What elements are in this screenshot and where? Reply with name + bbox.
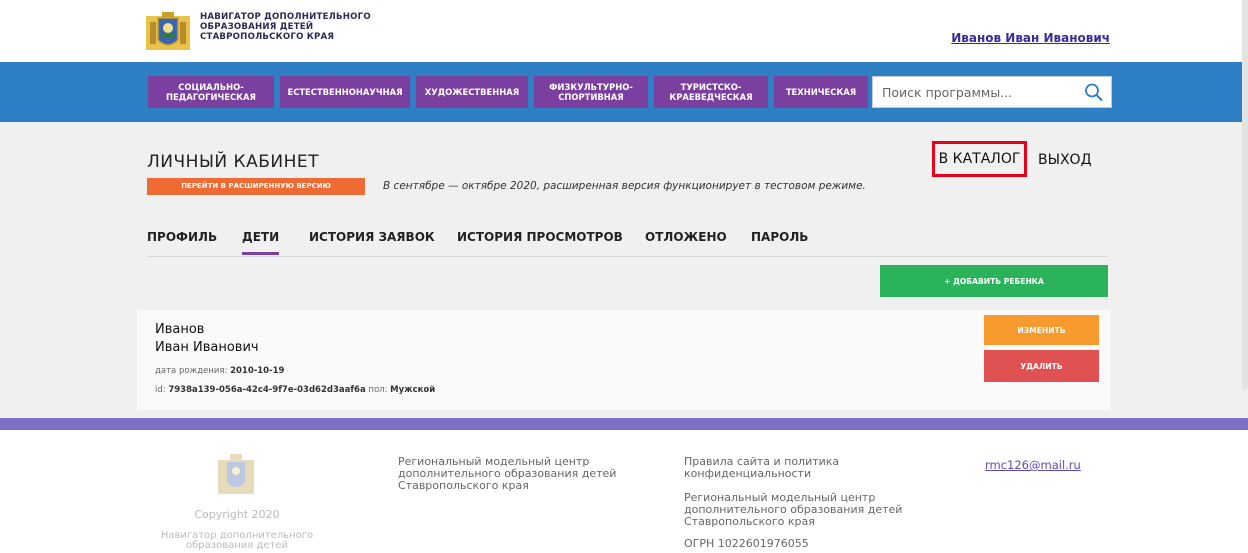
page-scrollbar[interactable] (1242, 0, 1248, 390)
child-surname: Иванов (155, 322, 205, 337)
nav-item-technical[interactable]: ТЕХНИЧЕСКАЯ (774, 76, 868, 108)
coat-of-arms-icon (218, 454, 254, 494)
tab-postponed[interactable]: ОТЛОЖЕНО (645, 230, 727, 244)
logo-text: НАВИГАТОР ДОПОЛНИТЕЛЬНОГО ОБРАЗОВАНИЯ ДЕ… (200, 12, 371, 42)
tabs-divider (147, 256, 1108, 257)
tab-view-history[interactable]: ИСТОРИЯ ПРОСМОТРОВ (457, 230, 623, 244)
birthdate-label: дата рождения: (155, 366, 231, 376)
add-child-button[interactable]: + ДОБАВИТЬ РЕБЕНКА (880, 265, 1108, 297)
tab-profile[interactable]: ПРОФИЛЬ (147, 230, 217, 244)
coat-of-arms-icon (146, 12, 190, 50)
footer-center-name: Региональный модельный центр дополнитель… (398, 455, 617, 492)
footer-divider-bar (0, 418, 1248, 430)
user-profile-link[interactable]: Иванов Иван Иванович (951, 31, 1110, 45)
footer-center-name-2: Региональный модельный центр дополнитель… (684, 491, 903, 528)
child-meta: id: 7938a139-056a-42c4-9f7e-03d62d3aaf6a… (155, 385, 435, 395)
page-title: ЛИЧНЫЙ КАБИНЕТ (147, 152, 320, 172)
site-footer: Copyright 2020 Навигатор дополнительного… (0, 430, 1248, 553)
gender-value: Мужской (390, 385, 436, 395)
id-label: id: (155, 385, 169, 395)
tab-password[interactable]: ПАРОЛЬ (751, 230, 808, 244)
footer-email-link[interactable]: rmc126@mail.ru (985, 458, 1081, 472)
nav-item-art[interactable]: ХУДОЖЕСТВЕННАЯ (416, 76, 528, 108)
nav-item-social-pedagogical[interactable]: СОЦИАЛЬНО- ПЕДАГОГИЧЕСКАЯ (148, 76, 274, 108)
copyright-text: Copyright 2020 (194, 508, 280, 521)
gender-label: пол: (365, 385, 391, 395)
site-header: НАВИГАТОР ДОПОЛНИТЕЛЬНОГО ОБРАЗОВАНИЯ ДЕ… (0, 0, 1248, 62)
footer-ogrn: ОГРН 1022601976055 (684, 537, 809, 550)
nav-item-natural-science[interactable]: ЕСТЕСТВЕННОНАУЧНАЯ (280, 76, 410, 108)
site-logo[interactable]: НАВИГАТОР ДОПОЛНИТЕЛЬНОГО ОБРАЗОВАНИЯ ДЕ… (146, 12, 371, 52)
logo-line-3: СТАВРОПОЛЬСКОГО КРАЯ (200, 32, 335, 42)
cabinet-content: ЛИЧНЫЙ КАБИНЕТ ПЕРЕЙТИ В РАСШИРЕННУЮ ВЕР… (0, 122, 1248, 418)
category-navbar: СОЦИАЛЬНО- ПЕДАГОГИЧЕСКАЯ ЕСТЕСТВЕННОНАУ… (0, 62, 1248, 122)
logo-line-1: НАВИГАТОР ДОПОЛНИТЕЛЬНОГО (200, 12, 371, 22)
logout-link[interactable]: ВЫХОД (1038, 152, 1092, 168)
catalog-link[interactable]: В КАТАЛОГ (932, 141, 1027, 177)
search-box (872, 76, 1112, 108)
nav-item-tourism[interactable]: ТУРИСТСКО- КРАЕВЕДЧЕСКАЯ (654, 76, 768, 108)
id-value: 7938a139-056a-42c4-9f7e-03d62d3aaf6a (168, 385, 366, 395)
child-birthdate: дата рождения: 2010-10-19 (155, 366, 284, 376)
search-input[interactable] (873, 77, 1073, 107)
test-mode-notice: В сентябре — октябре 2020, расширенная в… (383, 180, 866, 192)
extended-version-button[interactable]: ПЕРЕЙТИ В РАСШИРЕННУЮ ВЕРСИЮ (147, 178, 365, 195)
nav-item-sport[interactable]: ФИЗКУЛЬТУРНО- СПОРТИВНАЯ (534, 76, 648, 108)
tab-request-history[interactable]: ИСТОРИЯ ЗАЯВОК (309, 230, 435, 244)
birthdate-value: 2010-10-19 (230, 366, 285, 376)
tab-children[interactable]: ДЕТИ (242, 230, 280, 255)
child-name: Иван Иванович (155, 340, 259, 355)
logo-line-2: ОБРАЗОВАНИЯ ДЕТЕЙ (200, 22, 314, 32)
delete-child-button[interactable]: УДАЛИТЬ (984, 350, 1099, 382)
edit-child-button[interactable]: ИЗМЕНИТЬ (984, 315, 1099, 345)
search-icon[interactable] (1083, 82, 1105, 102)
child-card: Иванов Иван Иванович дата рождения: 2010… (137, 310, 1110, 410)
footer-rules-link[interactable]: Правила сайта и политика конфиденциально… (684, 456, 894, 480)
footer-navigator-name: Навигатор дополнительного образования де… (160, 530, 314, 551)
